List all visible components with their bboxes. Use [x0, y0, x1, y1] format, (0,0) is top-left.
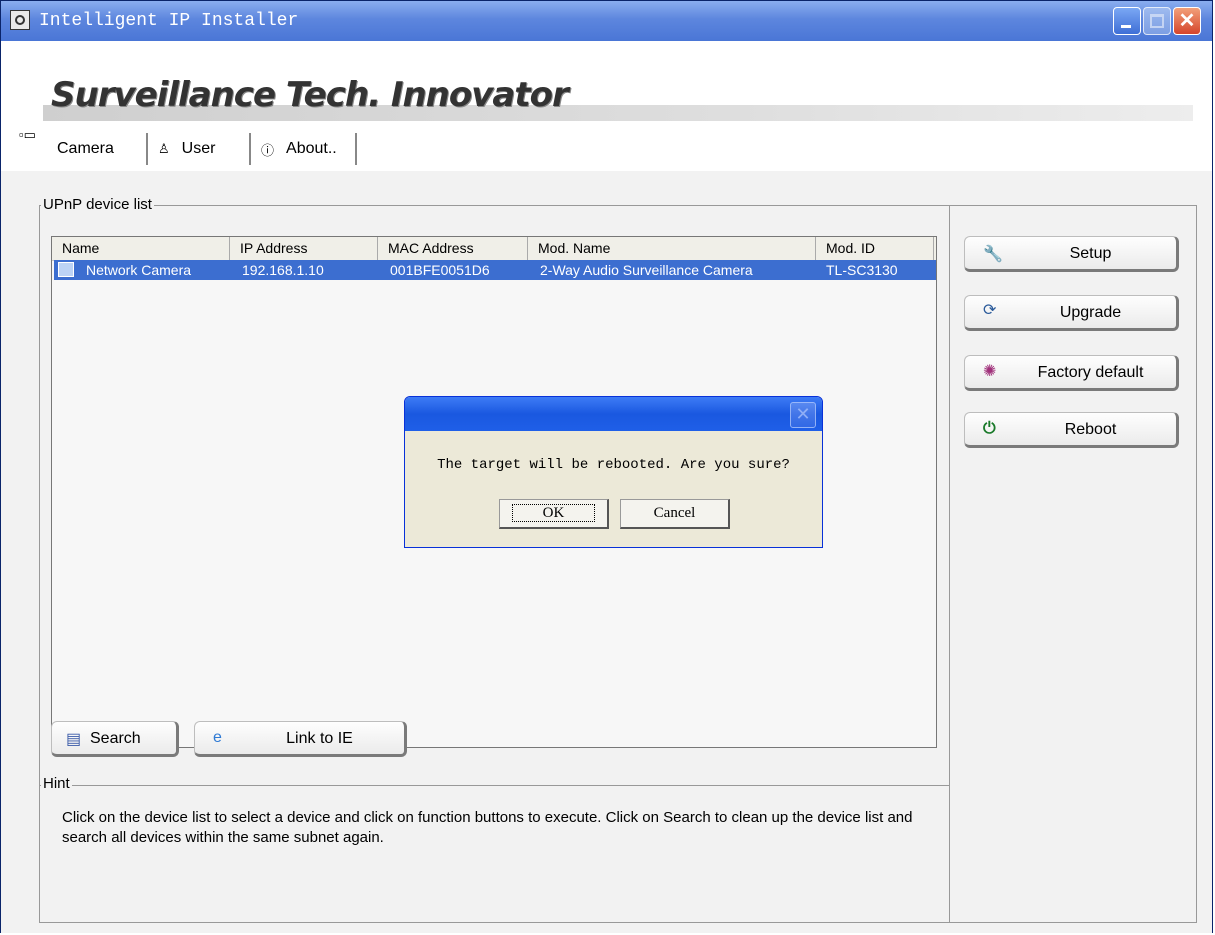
cell-mac: 001BFE0051D6	[390, 262, 490, 278]
search-button[interactable]: ▤ Search	[51, 721, 179, 757]
factory-default-button[interactable]: ✺ Factory default	[964, 355, 1179, 391]
spinner-icon: ✺	[983, 363, 997, 380]
slogan: Surveillance Tech. Innovator	[51, 75, 569, 115]
divider	[949, 205, 950, 923]
dialog-message: The target will be rebooted. Are you sur…	[437, 457, 790, 473]
search-label: Search	[90, 730, 141, 747]
window-title: Intelligent IP Installer	[39, 11, 299, 31]
column-mod-name[interactable]: Mod. Name	[528, 237, 816, 260]
ok-button[interactable]: OK	[499, 499, 609, 529]
reboot-button[interactable]: ⏻ Reboot	[964, 412, 1179, 448]
cancel-button[interactable]: Cancel	[620, 499, 730, 529]
camera-panel: UPnP device list Name IP Address MAC Add…	[1, 171, 1212, 933]
cell-mod-id: TL-SC3130	[826, 262, 898, 278]
setup-button[interactable]: 🔧 Setup	[964, 236, 1179, 272]
hint-text: Click on the device list to select a dev…	[62, 809, 913, 846]
link-to-ie-label: Link to IE	[286, 730, 353, 747]
wrench-icon: 🔧	[983, 246, 1003, 263]
hint-divider	[39, 785, 949, 786]
tab-strip: ▫▭ Camera ♙ User ⓘ About..	[1, 127, 1212, 171]
factory-default-label: Factory default	[1037, 364, 1144, 381]
list-header: Name IP Address MAC Address Mod. Name Mo…	[52, 237, 936, 261]
tab-camera-label: Camera	[57, 140, 114, 157]
column-name[interactable]: Name	[52, 237, 230, 260]
tab-user-label: User	[181, 140, 216, 157]
column-ip[interactable]: IP Address	[230, 237, 378, 260]
cell-ip: 192.168.1.10	[242, 262, 324, 278]
app-window: Intelligent IP Installer ✕ Surveillance …	[0, 0, 1213, 933]
tab-about-label: About..	[286, 140, 337, 157]
cell-name: Network Camera	[86, 262, 192, 278]
column-mac[interactable]: MAC Address	[378, 237, 528, 260]
minimize-button[interactable]	[1113, 7, 1141, 35]
tab-about[interactable]: ⓘ About..	[249, 133, 357, 165]
setup-label: Setup	[1069, 245, 1112, 262]
document-icon: ▤	[66, 731, 82, 748]
tab-camera[interactable]: ▫▭ Camera	[19, 127, 114, 165]
close-button[interactable]: ✕	[1173, 7, 1201, 35]
upgrade-icon: ⟳	[983, 302, 997, 319]
dialog-title-bar[interactable]: ✕	[405, 397, 822, 431]
upgrade-label: Upgrade	[1059, 304, 1122, 321]
reboot-label: Reboot	[1064, 421, 1117, 438]
power-icon: ⏻	[983, 420, 996, 437]
column-mod-id[interactable]: Mod. ID	[816, 237, 934, 260]
hint-legend: Hint	[41, 775, 72, 792]
upgrade-button[interactable]: ⟳ Upgrade	[964, 295, 1179, 331]
cell-mod-name: 2-Way Audio Surveillance Camera	[540, 262, 753, 278]
table-row[interactable]: Network Camera 192.168.1.10 001BFE0051D6…	[54, 260, 936, 280]
app-icon	[10, 10, 30, 30]
banner: Surveillance Tech. Innovator	[1, 41, 1212, 131]
camera-icon: ▫▭	[19, 127, 36, 142]
link-to-ie-button[interactable]: e Link to IE	[194, 721, 407, 757]
user-icon: ♙	[158, 141, 170, 156]
maximize-button	[1143, 7, 1171, 35]
ok-label: OK	[511, 504, 596, 522]
network-camera-icon	[58, 262, 74, 277]
info-icon: ⓘ	[261, 142, 275, 158]
ie-icon: e	[213, 729, 222, 746]
device-list-legend: UPnP device list	[41, 196, 154, 213]
title-bar[interactable]: Intelligent IP Installer ✕	[1, 1, 1212, 41]
tab-user[interactable]: ♙ User	[146, 133, 215, 165]
reboot-confirm-dialog: ✕ The target will be rebooted. Are you s…	[404, 396, 823, 548]
dialog-close-icon[interactable]: ✕	[790, 402, 816, 428]
